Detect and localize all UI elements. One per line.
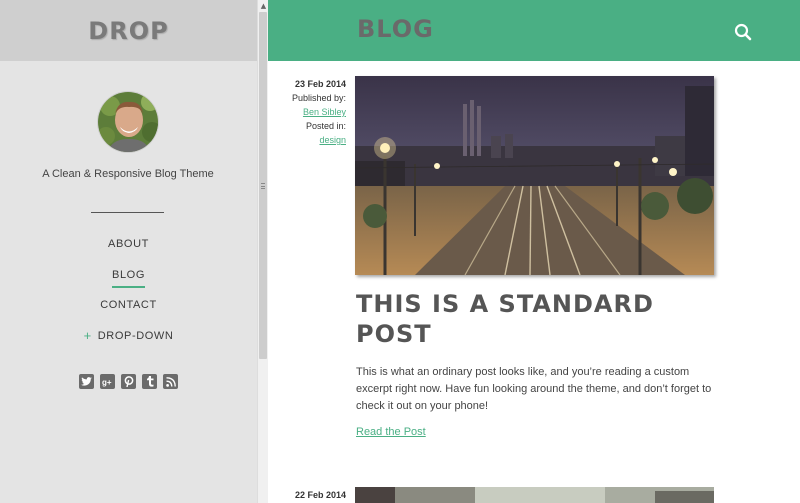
main-header: BLOG	[268, 0, 800, 61]
nav-item-label: DROP-DOWN	[97, 329, 174, 342]
author-link[interactable]: Ben Sibley	[303, 107, 346, 117]
posted-in-label: Posted in:	[305, 121, 346, 131]
nav-item-drop-down[interactable]: + DROP-DOWN	[0, 326, 257, 357]
page-title: BLOG	[357, 15, 434, 43]
read-more-link[interactable]: Read the Post	[356, 426, 426, 438]
nav-item-label: ABOUT	[108, 238, 149, 250]
post-meta: 22 Feb 2014	[295, 488, 346, 502]
featured-image[interactable]	[355, 487, 714, 503]
sidebar: DROP A Clean & Responsive Blog Theme ABO…	[0, 0, 257, 503]
site-title[interactable]: DROP	[88, 17, 168, 45]
post-title[interactable]: THIS IS A STANDARD POST	[356, 289, 676, 349]
featured-image[interactable]	[355, 76, 714, 275]
search-button[interactable]	[734, 23, 752, 41]
google-plus-icon[interactable]: g+	[100, 374, 115, 389]
nav-item-label: BLOG	[112, 269, 145, 288]
post-excerpt: This is what an ordinary post looks like…	[356, 366, 712, 412]
nav-item-contact[interactable]: CONTACT	[0, 295, 257, 326]
scroll-up-arrow-icon[interactable]: ▲	[259, 0, 268, 12]
plus-icon[interactable]: +	[84, 329, 92, 342]
post-meta: 23 Feb 2014 Published by: Ben Sibley Pos…	[292, 77, 346, 147]
post-date: 23 Feb 2014	[294, 79, 346, 89]
nav-item-label: CONTACT	[100, 299, 157, 311]
rss-icon[interactable]	[163, 374, 178, 389]
nav-item-about[interactable]: ABOUT	[0, 234, 257, 265]
social-icons: g+	[79, 374, 178, 389]
twitter-icon[interactable]	[79, 374, 94, 389]
scrollbar-thumb[interactable]	[259, 12, 267, 359]
avatar	[97, 91, 159, 153]
site-tagline: A Clean & Responsive Blog Theme	[42, 168, 214, 180]
nav-item-blog[interactable]: BLOG	[0, 265, 257, 296]
sidebar-scrollbar[interactable]: ▲	[257, 0, 268, 503]
search-icon	[734, 23, 752, 41]
grip-icon	[261, 182, 265, 189]
post-date: 22 Feb 2014	[294, 490, 346, 500]
tumblr-icon[interactable]	[142, 374, 157, 389]
main-nav: ABOUT BLOG CONTACT + DROP-DOWN	[0, 234, 257, 356]
category-link[interactable]: design	[319, 135, 346, 145]
site-header: DROP	[0, 0, 257, 61]
published-by-label: Published by:	[291, 93, 346, 103]
divider	[91, 212, 164, 213]
svg-text:g+: g+	[102, 378, 112, 387]
pinterest-icon[interactable]	[121, 374, 136, 389]
